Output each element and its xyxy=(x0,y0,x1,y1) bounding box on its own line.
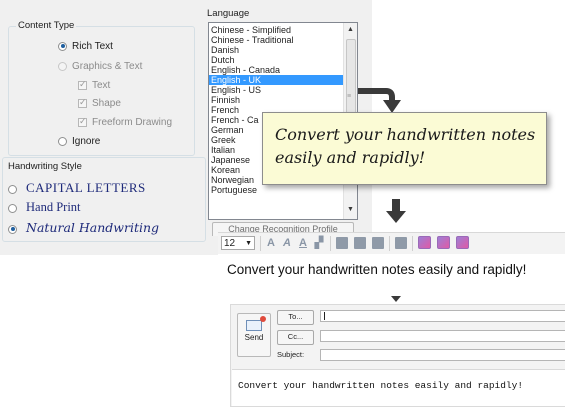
ignore-option[interactable]: Ignore xyxy=(58,136,100,147)
font-size-dropdown[interactable]: 12 ▼ xyxy=(221,236,255,250)
capital-letters-option[interactable]: CAPITAL LETTERS xyxy=(8,180,146,196)
capital-letters-radio[interactable] xyxy=(8,184,17,194)
language-item-selected[interactable]: English - UK xyxy=(209,75,344,85)
language-item[interactable]: English - US xyxy=(209,85,344,95)
to-button[interactable]: To... xyxy=(277,310,314,325)
email-body[interactable]: Convert your handwritten notes easily an… xyxy=(232,369,565,406)
align-center-icon[interactable] xyxy=(354,237,366,249)
subject-field[interactable] xyxy=(320,349,565,361)
send-label: Send xyxy=(244,333,264,342)
subject-label: Subject: xyxy=(277,350,305,359)
scroll-thumb-grip-icon: ≡ xyxy=(347,93,352,100)
insert-image-icon[interactable] xyxy=(418,236,431,249)
insert-object-icon[interactable] xyxy=(456,236,469,249)
formatting-toolbar: 12 ▼ A A A ▞ xyxy=(218,232,565,256)
grow-font-icon[interactable]: A xyxy=(264,236,278,250)
rich-text-editor[interactable]: Convert your handwritten notes easily an… xyxy=(218,254,565,296)
graphics-text-option[interactable]: Graphics & Text xyxy=(58,61,142,72)
rich-text-option[interactable]: Rich Text xyxy=(58,41,113,52)
language-item[interactable]: Portuguese xyxy=(209,185,344,195)
justify-icon[interactable] xyxy=(395,237,407,249)
email-compose-window: Send To... Cc... Subject: Convert your h… xyxy=(230,304,565,407)
send-envelope-icon xyxy=(246,316,266,331)
text-checkbox[interactable] xyxy=(78,79,87,90)
handwritten-note: Convert your handwritten notes easily an… xyxy=(262,112,547,185)
toolbar-separator xyxy=(412,236,413,251)
toolbar-separator xyxy=(330,236,331,251)
font-size-value: 12 xyxy=(224,238,236,249)
language-title: Language xyxy=(205,8,252,19)
scroll-down-arrow-icon[interactable]: ▼ xyxy=(344,206,357,213)
rich-text-radio[interactable] xyxy=(58,41,67,51)
align-right-icon[interactable] xyxy=(372,237,384,249)
language-item[interactable]: Finnish xyxy=(209,95,344,105)
shape-label: Shape xyxy=(92,98,121,109)
highlight-icon[interactable]: ▞ xyxy=(312,236,326,250)
to-field[interactable] xyxy=(320,310,565,322)
cc-label: Cc... xyxy=(287,332,304,341)
freeform-drawing-checkbox[interactable] xyxy=(78,116,87,127)
hand-print-radio[interactable] xyxy=(8,203,17,213)
language-item[interactable]: Dutch xyxy=(209,55,344,65)
ignore-radio[interactable] xyxy=(58,136,67,146)
handwritten-line-1: Convert your handwritten notes xyxy=(275,125,536,144)
text-option[interactable]: Text xyxy=(78,79,111,91)
down-arrow-icon xyxy=(386,199,406,223)
underline-color-icon[interactable]: A xyxy=(296,236,310,250)
handwriting-style-title: Handwriting Style xyxy=(6,161,84,172)
content-type-title: Content Type xyxy=(16,20,77,31)
handwritten-line-2: easily and rapidly! xyxy=(275,148,426,167)
cc-field[interactable] xyxy=(320,330,565,342)
graphics-text-label: Graphics & Text xyxy=(72,61,143,72)
editor-text: Convert your handwritten notes easily an… xyxy=(227,262,527,277)
shape-option[interactable]: Shape xyxy=(78,97,121,109)
graphics-text-radio[interactable] xyxy=(58,61,67,71)
natural-handwriting-radio[interactable] xyxy=(8,224,17,234)
freeform-drawing-label: Freeform Drawing xyxy=(92,117,173,128)
insert-drawing-icon[interactable] xyxy=(437,236,450,249)
rich-text-label: Rich Text xyxy=(72,41,113,52)
language-item[interactable]: English - Canada xyxy=(209,65,344,75)
freeform-drawing-option[interactable]: Freeform Drawing xyxy=(78,116,173,128)
natural-handwriting-option[interactable]: Natural Handwriting xyxy=(8,220,159,235)
text-label: Text xyxy=(92,80,111,91)
capital-letters-label: CAPITAL LETTERS xyxy=(26,180,146,195)
hand-print-option[interactable]: Hand Print xyxy=(8,200,81,215)
shrink-font-icon[interactable]: A xyxy=(280,236,294,250)
send-button[interactable]: Send xyxy=(237,313,271,357)
natural-handwriting-label: Natural Handwriting xyxy=(26,220,160,235)
chevron-down-icon[interactable]: ▼ xyxy=(245,237,252,251)
text-cursor-icon xyxy=(324,312,325,320)
language-item[interactable]: Chinese - Traditional xyxy=(209,35,344,45)
ignore-label: Ignore xyxy=(72,136,101,147)
align-left-icon[interactable] xyxy=(336,237,348,249)
scroll-up-arrow-icon[interactable]: ▲ xyxy=(344,26,357,33)
shape-checkbox[interactable] xyxy=(78,97,87,108)
handwritten-note-text: Convert your handwritten notes easily an… xyxy=(275,123,540,169)
cc-button[interactable]: Cc... xyxy=(277,330,314,345)
language-item[interactable]: Chinese - Simplified xyxy=(209,25,344,35)
language-item[interactable]: Danish xyxy=(209,45,344,55)
toolbar-separator xyxy=(260,236,261,251)
toolbar-separator xyxy=(389,236,390,251)
hand-print-label: Hand Print xyxy=(26,200,81,214)
email-body-text: Convert your handwritten notes easily an… xyxy=(238,380,524,391)
to-label: To... xyxy=(288,312,303,321)
